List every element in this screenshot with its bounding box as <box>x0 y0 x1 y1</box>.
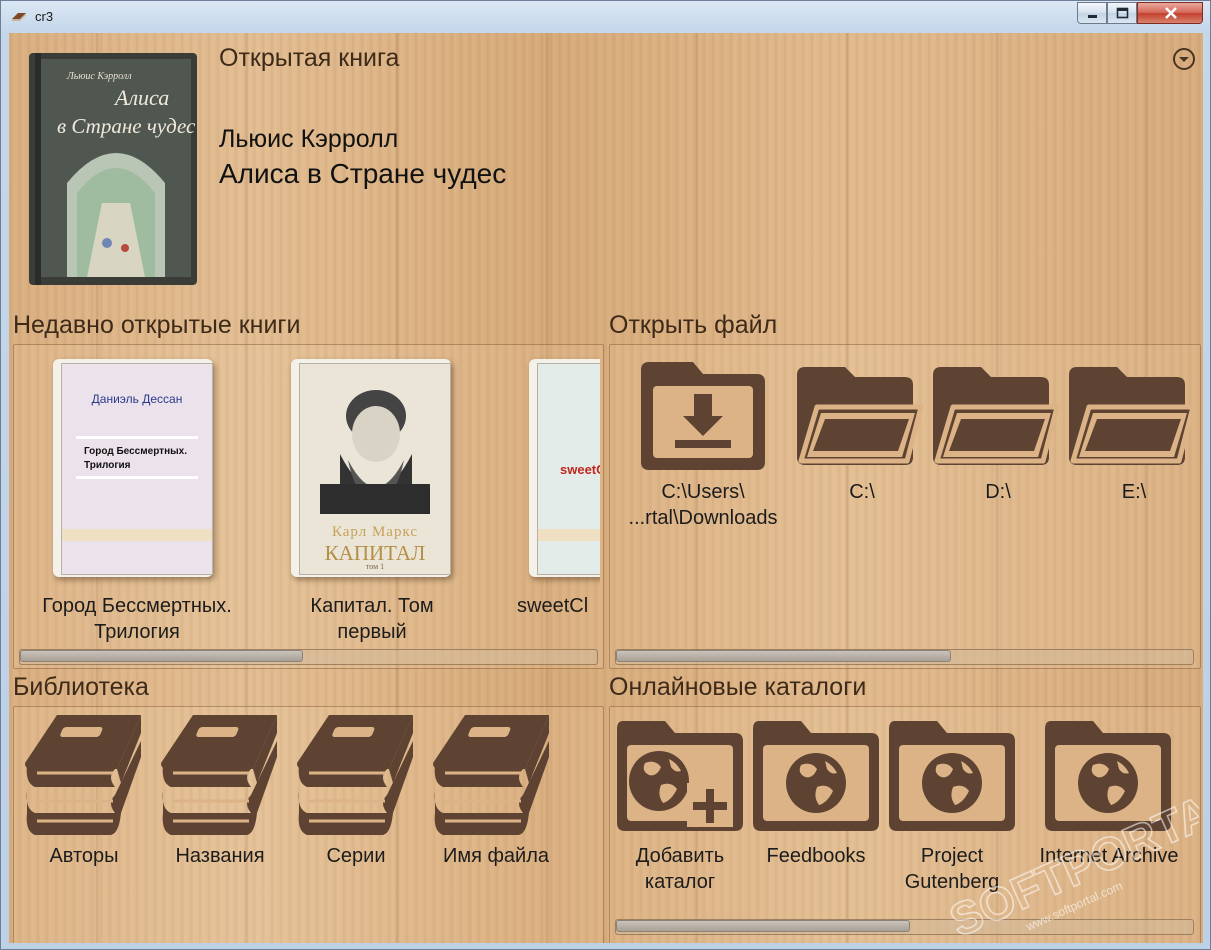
library-titles[interactable] <box>159 713 281 837</box>
library-series-label[interactable]: Серии <box>295 843 417 869</box>
recent-books-scrollbar[interactable] <box>19 649 598 665</box>
open-file-downloads-label[interactable]: C:\Users\ ...rtal\Downloads <box>613 479 793 531</box>
folder-icon <box>1069 367 1196 465</box>
open-file-downloads[interactable] <box>637 358 769 474</box>
minimize-icon <box>1088 15 1097 18</box>
library-titles-label[interactable]: Названия <box>155 843 285 869</box>
open-file-downloads-label-line1: C:\Users\ <box>661 481 745 503</box>
recent-book-3-clip: sweetC <box>525 351 600 591</box>
open-file-header: Открыть файл <box>609 311 778 339</box>
download-folder-icon <box>641 362 765 470</box>
recent-book-3-label-line1: sweetCl <box>517 595 589 617</box>
cover-author-text: Льюис Кэрролл <box>66 71 132 82</box>
app-window: cr3 Льюис Кэрролл Алиса в Стране чудес О… <box>0 0 1211 950</box>
recent-book-2-label-line1: Капитал. Том <box>310 595 434 617</box>
current-book-title: Алиса в Стране чудес <box>219 158 507 189</box>
catalog-gutenberg-label[interactable]: Project Gutenberg <box>887 843 1017 895</box>
library-filename-label[interactable]: Имя файла <box>421 843 571 869</box>
catalog-gutenberg-label-line1: Project <box>920 845 984 867</box>
catalogs-scrollbar[interactable] <box>615 919 1194 935</box>
folder-icon <box>797 367 924 465</box>
catalog-feedbooks[interactable] <box>751 719 881 835</box>
books-icon <box>25 715 142 835</box>
recent-book-3[interactable]: sweetC <box>525 351 600 583</box>
close-icon <box>1165 7 1177 19</box>
catalog-gutenberg[interactable] <box>887 719 1017 835</box>
recent-book-2-label-line2: первый <box>337 621 407 643</box>
library-series[interactable] <box>295 713 417 837</box>
recent-book-2-label[interactable]: Капитал. Том первый <box>262 593 482 645</box>
recent-book-1-label-line2: Трилогия <box>94 621 180 643</box>
recent-books-header: Недавно открытые книги <box>13 311 301 339</box>
recent-book-2[interactable]: Карл Маркс КАПИТАЛ том 1 <box>287 351 457 583</box>
home-screen: Льюис Кэрролл Алиса в Стране чудес Откры… <box>9 33 1203 943</box>
cover-title-line2: в Стране чудес <box>57 114 196 138</box>
current-book-section-label: Открытая книга <box>219 44 400 72</box>
open-file-drive-d[interactable] <box>931 363 1063 469</box>
catalog-add-label-line1: Добавить <box>635 845 725 867</box>
book-2-cover-author: Карл Маркс <box>331 524 419 540</box>
globe-folder-icon <box>753 721 879 831</box>
add-catalog-icon <box>617 721 743 831</box>
current-book-cover[interactable]: Льюис Кэрролл Алиса в Стране чудес <box>27 53 199 285</box>
open-file-scrollbar[interactable] <box>615 649 1194 665</box>
maximize-button[interactable] <box>1107 2 1137 24</box>
books-icon <box>161 715 277 835</box>
recent-book-1-label[interactable]: Город Бессмертных. Трилогия <box>17 593 257 645</box>
open-file-downloads-label-line2: ...rtal\Downloads <box>628 507 778 529</box>
minimize-button[interactable] <box>1077 2 1107 24</box>
book-1-cover-author: Даниэль Дессан <box>91 392 183 406</box>
book-1-cover-title1: Город Бессмертных. <box>84 446 187 457</box>
catalog-add-label-line2: каталог <box>644 871 716 893</box>
books-icon <box>297 715 413 835</box>
catalogs-scroll-thumb[interactable] <box>616 920 911 932</box>
globe-folder-icon <box>889 721 1015 831</box>
maximize-icon <box>1116 7 1129 19</box>
menu-dropdown-icon[interactable] <box>1172 47 1196 71</box>
open-file-drive-c[interactable] <box>795 363 927 469</box>
open-file-drive-d-label[interactable]: D:\ <box>953 479 1043 505</box>
cover-title-line1: Алиса <box>113 85 169 110</box>
folder-icon <box>933 367 1060 465</box>
app-icon <box>12 13 26 21</box>
library-authors[interactable] <box>23 713 145 837</box>
recent-books-scroll-thumb[interactable] <box>20 650 303 662</box>
books-icon <box>433 715 549 835</box>
catalog-internet-archive[interactable] <box>1043 719 1173 835</box>
close-button[interactable] <box>1137 2 1203 24</box>
globe-folder-icon <box>1045 721 1171 831</box>
catalog-gutenberg-label-line2: Gutenberg <box>904 871 1000 893</box>
book-3-cover-title: sweetC <box>560 462 600 477</box>
window-title: cr3 <box>35 9 54 24</box>
recent-book-3-label[interactable]: sweetCl <box>517 593 601 619</box>
library-header: Библиотека <box>13 673 149 701</box>
open-file-drive-c-label[interactable]: C:\ <box>817 479 907 505</box>
catalog-internet-archive-label[interactable]: Internet Archive <box>1021 843 1197 869</box>
catalog-feedbooks-label[interactable]: Feedbooks <box>751 843 881 869</box>
catalog-add-label[interactable]: Добавить каталог <box>609 843 751 895</box>
catalog-add[interactable] <box>615 719 745 835</box>
recent-book-1-label-line1: Город Бессмертных. <box>42 595 232 617</box>
recent-book-1[interactable]: Даниэль Дессан Город Бессмертных. Трилог… <box>49 351 219 583</box>
title-bar[interactable]: cr3 <box>1 1 1210 33</box>
library-authors-label[interactable]: Авторы <box>23 843 145 869</box>
current-book-author: Льюис Кэрролл <box>219 125 399 153</box>
open-file-drive-e[interactable] <box>1067 363 1199 469</box>
catalogs-header: Онлайновые каталоги <box>609 673 867 701</box>
book-2-cover-volume: том 1 <box>365 562 385 571</box>
open-file-scroll-thumb[interactable] <box>616 650 951 662</box>
open-file-drive-e-label[interactable]: E:\ <box>1089 479 1179 505</box>
library-filename[interactable] <box>431 713 553 837</box>
book-1-cover-title2: Трилогия <box>84 460 131 471</box>
